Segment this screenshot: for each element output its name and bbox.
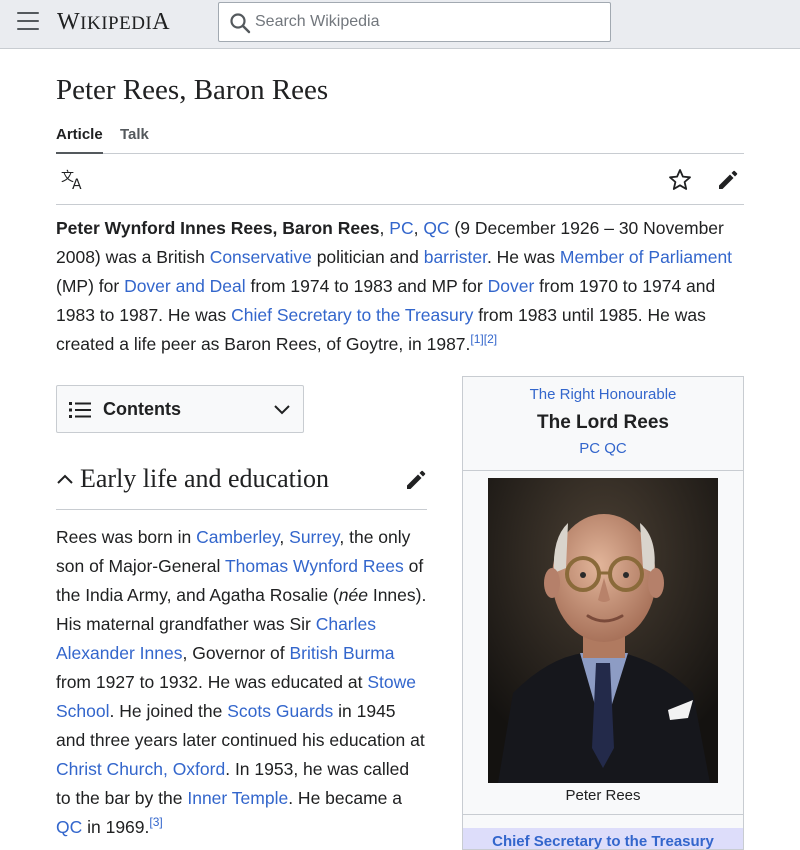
infobox-name: The Lord Rees	[537, 412, 669, 433]
link-pc[interactable]: PC	[389, 218, 413, 238]
intro-paragraph: Peter Wynford Innes Rees, Baron Rees, PC…	[56, 218, 733, 354]
search-input[interactable]	[255, 3, 605, 41]
link-scots-guards[interactable]: Scots Guards	[227, 701, 333, 721]
link-surrey[interactable]: Surrey	[289, 527, 339, 547]
star-watch-icon[interactable]	[668, 168, 692, 192]
link-qc[interactable]: QC	[423, 218, 449, 238]
chevron-down-icon	[274, 405, 290, 415]
infobox-office-header: Chief Secretary to the Treasury	[463, 828, 743, 849]
section-edit-pencil-icon[interactable]	[404, 468, 428, 492]
portrait-image	[488, 478, 718, 783]
link-dover[interactable]: Dover	[488, 276, 535, 296]
contents-toggle[interactable]: Contents	[56, 385, 304, 433]
section-heading: Early life and education	[80, 464, 330, 493]
chevron-up-icon[interactable]	[56, 472, 74, 486]
link-office-chief-secretary[interactable]: Chief Secretary to the Treasury	[492, 833, 714, 849]
logo-letters: IKIPEDI	[80, 13, 153, 34]
search-icon	[230, 13, 251, 34]
link-camberley[interactable]: Camberley	[196, 527, 279, 547]
link-inner-temple[interactable]: Inner Temple	[187, 788, 288, 808]
link-conservative[interactable]: Conservative	[210, 247, 312, 267]
contents-label: Contents	[103, 399, 181, 419]
page-actions: 文 A	[56, 154, 744, 205]
page-title: Peter Rees, Baron Rees	[56, 74, 329, 106]
infobox-honorific-link[interactable]: The Right Honourable	[463, 386, 743, 403]
link-christ-church-oxford[interactable]: Christ Church, Oxford	[56, 759, 225, 779]
portrait-caption: Peter Rees	[565, 787, 641, 804]
edit-pencil-icon[interactable]	[716, 168, 740, 192]
section-header[interactable]: Early life and education	[56, 458, 427, 510]
link-barrister[interactable]: barrister	[424, 247, 487, 267]
reference-2[interactable]: [2]	[484, 332, 497, 346]
link-thomas-wynford-rees[interactable]: Thomas Wynford Rees	[225, 556, 404, 576]
infobox: The Right Honourable The Lord Rees PC QC	[462, 376, 744, 850]
infobox-divider	[463, 470, 743, 471]
reference-1[interactable]: [1]	[470, 332, 483, 346]
tab-talk[interactable]: Talk	[120, 126, 149, 154]
svg-text:A: A	[72, 177, 82, 192]
tab-article[interactable]: Article	[56, 126, 103, 154]
link-dover-and-deal[interactable]: Dover and Deal	[124, 276, 246, 296]
top-bar: WIKIPEDIA	[0, 0, 800, 49]
search-box[interactable]	[218, 2, 611, 42]
link-chief-secretary[interactable]: Chief Secretary to the Treasury	[231, 305, 473, 325]
link-qc-section[interactable]: QC	[56, 817, 82, 837]
link-british-burma[interactable]: British Burma	[289, 643, 394, 663]
infobox-divider-2	[463, 814, 743, 815]
language-icon[interactable]: 文 A	[60, 168, 86, 192]
hamburger-menu-icon[interactable]	[17, 12, 39, 30]
subject-name: Peter Wynford Innes Rees, Baron Rees	[56, 218, 380, 238]
wikipedia-logo[interactable]: WIKIPEDIA	[57, 9, 170, 36]
section-paragraph: Rees was born in Camberley, Surrey, the …	[56, 527, 427, 837]
link-member-of-parliament[interactable]: Member of Parliament	[560, 247, 732, 267]
logo-letter-w: W	[57, 9, 81, 35]
list-icon	[69, 402, 91, 418]
namespace-tabs: Article Talk	[56, 126, 744, 154]
reference-3[interactable]: [3]	[149, 815, 162, 829]
logo-letter-a: A	[152, 9, 171, 35]
infobox-post-nominals[interactable]: PC QC	[463, 440, 743, 457]
portrait-photo[interactable]	[488, 478, 718, 783]
